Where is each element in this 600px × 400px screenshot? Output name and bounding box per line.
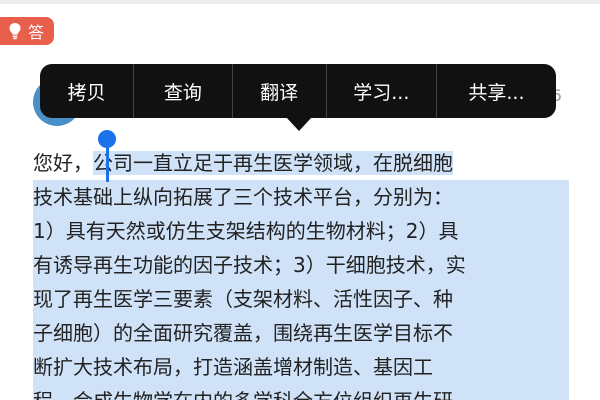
menu-item-translate[interactable]: 翻译 [233, 64, 327, 118]
selected-text: 公司一直立足于再生医学领域，在脱细胞 [93, 151, 453, 175]
menu-item-copy[interactable]: 拷贝 [40, 64, 135, 118]
selection-handle-knob[interactable] [98, 130, 116, 148]
answer-line: 程、合成生物学在内的多学科全方位组织再生研 [33, 384, 569, 400]
top-divider [0, 0, 600, 4]
answer-line: 有诱导再生功能的因子技术；3）干细胞技术，实 [33, 248, 569, 282]
greeting-text: 您好， [33, 151, 93, 175]
answer-line: 1）具有天然或仿生支架结构的生物材料；2）具 [33, 214, 569, 248]
menu-item-learn[interactable]: 学习... [327, 64, 437, 118]
menu-item-share[interactable]: 共享... [437, 64, 556, 118]
answer-line: 您好，公司一直立足于再生医学领域，在脱细胞 [33, 146, 569, 180]
menu-pointer-arrow [286, 117, 312, 131]
answer-screen: 答 5 拷贝 查询 翻译 学习... 共享... 您好，公司一直立足于再生医学领… [0, 0, 600, 400]
text-selection-menu: 拷贝 查询 翻译 学习... 共享... [40, 64, 556, 118]
answer-badge: 答 [0, 17, 55, 45]
answer-badge-label: 答 [28, 23, 45, 42]
answer-line: 现了再生医学三要素（支架材料、活性因子、种 [33, 282, 569, 316]
answer-line: 技术基础上纵向拓展了三个技术平台，分别为： [33, 180, 569, 214]
menu-item-lookup[interactable]: 查询 [134, 64, 233, 118]
answer-line: 断扩大技术布局，打造涵盖增材制造、基因工 [33, 350, 569, 384]
answer-line: 子细胞）的全面研究覆盖，围绕再生医学目标不 [33, 316, 569, 350]
answer-text[interactable]: 您好，公司一直立足于再生医学领域，在脱细胞 技术基础上纵向拓展了三个技术平台，分… [33, 146, 573, 400]
lightbulb-icon [9, 23, 21, 40]
